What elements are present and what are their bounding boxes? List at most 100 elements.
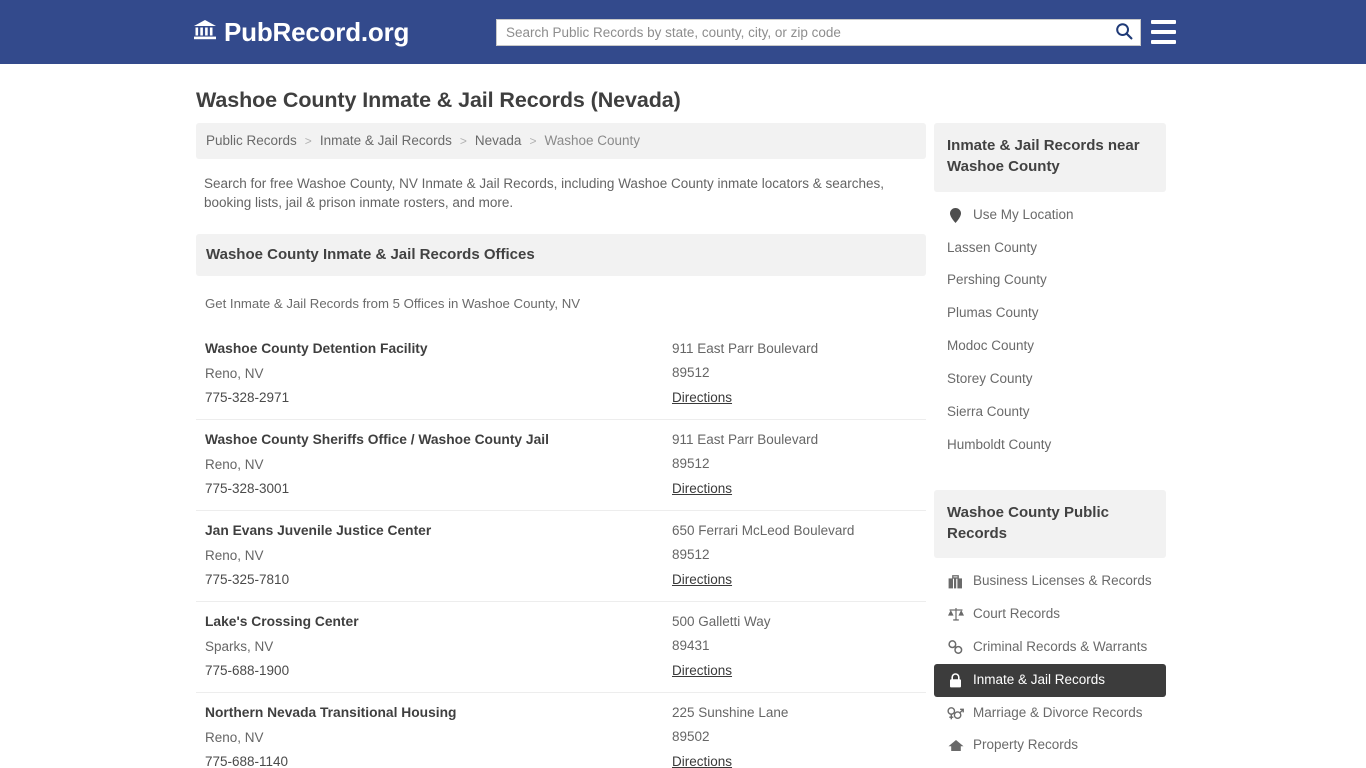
sidebar-item-lassen-county[interactable]: Lassen County <box>934 232 1166 265</box>
breadcrumb-item-public-records[interactable]: Public Records <box>206 133 297 148</box>
sidebar-item-criminal-records[interactable]: Criminal Records & Warrants <box>934 631 1166 664</box>
office-city-state: Reno, NV <box>205 730 264 746</box>
hamburger-menu-icon[interactable] <box>1151 20 1176 44</box>
map-pin-icon <box>947 207 964 223</box>
office-name: Lake's Crossing Center <box>205 614 359 630</box>
office-zip: 89512 <box>672 456 710 472</box>
office-zip: 89502 <box>672 729 710 745</box>
sidebar-item-label: Criminal Records & Warrants <box>973 638 1148 654</box>
sidebar-item-pershing-county[interactable]: Pershing County <box>934 264 1166 297</box>
content-layout: Public Records > Inmate & Jail Records >… <box>0 123 1366 768</box>
office-zip: 89512 <box>672 547 710 563</box>
sidebar-item-label: Storey County <box>947 370 1033 386</box>
office-info: Jan Evans Juvenile Justice Center Reno, … <box>205 523 672 589</box>
handcuffs-icon <box>947 640 964 655</box>
sidebar-item-plumas-county[interactable]: Plumas County <box>934 297 1166 330</box>
venus-mars-icon <box>947 706 964 720</box>
sidebar-item-property-records[interactable]: Property Records <box>934 729 1166 762</box>
directions-link[interactable]: Directions <box>672 390 732 405</box>
office-name: Washoe County Detention Facility <box>205 341 428 357</box>
site-logo[interactable]: PubRecord.org <box>193 18 409 46</box>
office-info: Lake's Crossing Center Sparks, NV 775-68… <box>205 614 672 680</box>
briefcase-icon <box>947 574 964 589</box>
sidebar-item-humboldt-county[interactable]: Humboldt County <box>934 429 1166 462</box>
sidebar-public-records-list: Business Licenses & Records Court Record… <box>934 565 1166 762</box>
scales-icon <box>947 607 964 621</box>
search-icon <box>1115 22 1133 43</box>
office-city-state: Reno, NV <box>205 457 264 473</box>
table-row: Lake's Crossing Center Sparks, NV 775-68… <box>196 602 926 694</box>
sidebar-item-marriage-divorce-records[interactable]: Marriage & Divorce Records <box>934 697 1166 730</box>
directions-link[interactable]: Directions <box>672 754 732 768</box>
sidebar-item-modoc-county[interactable]: Modoc County <box>934 330 1166 363</box>
sidebar-item-label: Humboldt County <box>947 436 1052 452</box>
office-city-state: Reno, NV <box>205 548 264 564</box>
office-address: 911 East Parr Boulevard <box>672 432 819 448</box>
office-zip: 89512 <box>672 365 710 381</box>
office-address: 225 Sunshine Lane <box>672 705 789 721</box>
main-column: Public Records > Inmate & Jail Records >… <box>196 123 926 768</box>
directions-link[interactable]: Directions <box>672 481 732 496</box>
sidebar-item-label: Business Licenses & Records <box>973 573 1152 589</box>
office-address-block: 225 Sunshine Lane 89502 Directions <box>672 705 926 768</box>
sidebar-item-label: Court Records <box>973 605 1061 621</box>
sidebar-item-label: Use My Location <box>973 206 1074 222</box>
directions-link[interactable]: Directions <box>672 572 732 587</box>
brand-name: PubRecord.org <box>224 17 410 47</box>
office-info: Washoe County Sheriffs Office / Washoe C… <box>205 432 672 498</box>
sidebar-item-inmate-jail-records[interactable]: Inmate & Jail Records <box>934 663 1166 697</box>
office-phone[interactable]: 775-325-7810 <box>205 572 672 587</box>
office-address: 650 Ferrari McLeod Boulevard <box>672 523 855 539</box>
breadcrumb-item-nevada[interactable]: Nevada <box>475 133 522 148</box>
sidebar-item-use-my-location[interactable]: Use My Location <box>934 199 1166 232</box>
bank-icon <box>193 18 217 46</box>
house-icon <box>947 739 964 752</box>
sidebar-item-label: Sierra County <box>947 403 1030 419</box>
sidebar-nearby-heading: Inmate & Jail Records near Washoe County <box>934 123 1166 192</box>
office-address: 500 Galletti Way <box>672 614 771 630</box>
breadcrumb-item-inmate-jail-records[interactable]: Inmate & Jail Records <box>320 133 452 148</box>
office-info: Washoe County Detention Facility Reno, N… <box>205 341 672 407</box>
table-row: Jan Evans Juvenile Justice Center Reno, … <box>196 511 926 603</box>
search-bar <box>496 19 1141 46</box>
office-city-state: Sparks, NV <box>205 639 274 655</box>
table-row: Washoe County Sheriffs Office / Washoe C… <box>196 420 926 512</box>
offices-section-subheading: Get Inmate & Jail Records from 5 Offices… <box>205 296 581 312</box>
offices-section-heading: Washoe County Inmate & Jail Records Offi… <box>196 234 926 277</box>
site-header: PubRecord.org <box>0 0 1366 64</box>
office-phone[interactable]: 775-328-3001 <box>205 481 672 496</box>
table-row: Washoe County Detention Facility Reno, N… <box>196 329 926 421</box>
breadcrumb-item-washoe-county: Washoe County <box>544 133 641 148</box>
office-phone[interactable]: 775-688-1140 <box>205 754 672 768</box>
page-title: Washoe County Inmate & Jail Records (Nev… <box>196 88 681 112</box>
sidebar-item-label: Inmate & Jail Records <box>973 671 1106 687</box>
sidebar-item-business-licenses[interactable]: Business Licenses & Records <box>934 565 1166 598</box>
office-address-block: 650 Ferrari McLeod Boulevard 89512 Direc… <box>672 523 926 589</box>
office-info: Northern Nevada Transitional Housing Ren… <box>205 705 672 768</box>
office-address-block: 911 East Parr Boulevard 89512 Directions <box>672 341 926 407</box>
office-zip: 89431 <box>672 638 710 654</box>
search-input[interactable] <box>497 20 1108 45</box>
search-button[interactable] <box>1108 20 1140 45</box>
sidebar-public-records-heading: Washoe County Public Records <box>934 489 1166 559</box>
office-name: Jan Evans Juvenile Justice Center <box>205 523 432 539</box>
office-phone[interactable]: 775-328-2971 <box>205 390 672 405</box>
breadcrumb-separator: > <box>304 133 312 148</box>
sidebar-item-label: Pershing County <box>947 272 1047 288</box>
sidebar-item-court-records[interactable]: Court Records <box>934 598 1166 631</box>
sidebar-item-label: Plumas County <box>947 305 1039 321</box>
office-name: Washoe County Sheriffs Office / Washoe C… <box>205 432 549 448</box>
breadcrumb-separator: > <box>459 133 467 148</box>
sidebar-item-label: Property Records <box>973 737 1079 753</box>
sidebar: Inmate & Jail Records near Washoe County… <box>934 123 1166 768</box>
sidebar-item-label: Lassen County <box>947 239 1038 255</box>
sidebar-item-sierra-county[interactable]: Sierra County <box>934 396 1166 429</box>
lock-icon <box>947 672 964 688</box>
office-address: 911 East Parr Boulevard <box>672 341 819 357</box>
office-phone[interactable]: 775-688-1900 <box>205 663 672 678</box>
office-address-block: 500 Galletti Way 89431 Directions <box>672 614 926 680</box>
directions-link[interactable]: Directions <box>672 663 732 678</box>
sidebar-item-storey-county[interactable]: Storey County <box>934 363 1166 396</box>
sidebar-item-label: Modoc County <box>947 338 1035 354</box>
page-intro-text: Search for free Washoe County, NV Inmate… <box>204 176 885 211</box>
